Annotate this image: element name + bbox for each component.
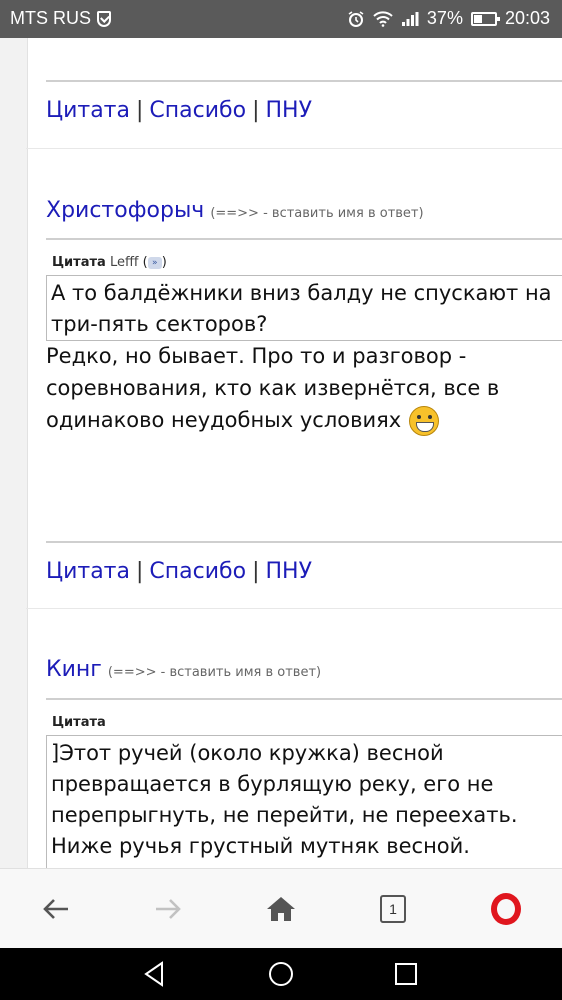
post-body: Редко, но бывает. Про то и разговор - со… bbox=[46, 340, 550, 436]
post-divider bbox=[26, 608, 562, 609]
quote-block: ]Этот ручей (около кружка) весной превра… bbox=[46, 735, 562, 868]
wifi-icon bbox=[373, 10, 393, 27]
post-author: Кинг (==>> - вставить имя в ответ) bbox=[46, 657, 321, 682]
post-actions: Цитата | Спасибо | ПНУ bbox=[46, 559, 312, 584]
battery-icon bbox=[470, 11, 500, 26]
status-bar: MTS RUS 37% 20:03 bbox=[0, 0, 562, 38]
back-button[interactable] bbox=[34, 887, 78, 931]
divider bbox=[46, 541, 562, 543]
battery-percent: 37% bbox=[426, 8, 463, 28]
left-rail bbox=[0, 38, 28, 868]
quote-link[interactable]: Цитата bbox=[46, 98, 130, 123]
pnu-link[interactable]: ПНУ bbox=[265, 559, 312, 584]
tab-count: 1 bbox=[389, 901, 397, 917]
nav-recents-button[interactable] bbox=[390, 958, 422, 990]
post-actions: Цитата | Спасибо | ПНУ bbox=[46, 98, 312, 123]
quote-link[interactable]: Цитата bbox=[46, 559, 130, 584]
separator: | bbox=[135, 559, 144, 584]
opera-menu-button[interactable] bbox=[484, 887, 528, 931]
post-author: Христофорыч (==>> - вставить имя в ответ) bbox=[46, 198, 424, 223]
quote-text: ]Этот ручей (около кружка) весной превра… bbox=[51, 741, 518, 858]
home-button[interactable] bbox=[259, 887, 303, 931]
thanks-link[interactable]: Спасибо bbox=[149, 559, 246, 584]
carrier-label: MTS RUS bbox=[10, 8, 91, 28]
clock: 20:03 bbox=[504, 8, 550, 28]
forum-content[interactable]: Цитата | Спасибо | ПНУ Христофорыч (==>> - вс… bbox=[0, 38, 562, 868]
quote-label: Цитата bbox=[52, 255, 106, 270]
tabs-icon: 1 bbox=[380, 895, 406, 923]
separator: | bbox=[252, 98, 260, 123]
forward-button[interactable] bbox=[146, 887, 190, 931]
quote-text: А то балдёжники вниз балду не спускают н… bbox=[51, 281, 552, 336]
opera-menu-icon bbox=[491, 893, 521, 925]
back-arrow-icon bbox=[43, 899, 68, 919]
quote-block: А то балдёжники вниз балду не спускают н… bbox=[46, 275, 562, 341]
post-divider bbox=[26, 148, 562, 149]
quote-label: Цитата bbox=[52, 715, 106, 730]
quote-author: Lefff bbox=[109, 255, 139, 270]
nav-home-icon bbox=[269, 962, 293, 986]
quote-header: Цитата bbox=[52, 715, 106, 730]
thanks-link[interactable]: Спасибо bbox=[149, 98, 246, 123]
browser-toolbar: 1 bbox=[0, 868, 562, 948]
grin-smiley-icon bbox=[409, 406, 440, 436]
insert-name-hint[interactable]: (==>> - вставить имя в ответ) bbox=[108, 665, 321, 680]
pnu-link[interactable]: ПНУ bbox=[265, 98, 312, 123]
author-name-link[interactable]: Кинг bbox=[46, 657, 102, 682]
separator: | bbox=[252, 559, 260, 584]
goto-quote-icon[interactable]: » bbox=[147, 256, 162, 269]
android-nav-bar bbox=[0, 948, 562, 1000]
divider bbox=[46, 80, 562, 82]
alarm-icon bbox=[348, 10, 364, 27]
author-name-link[interactable]: Христофорыч bbox=[46, 198, 204, 223]
forward-arrow-icon bbox=[156, 899, 181, 919]
nav-home-button[interactable] bbox=[265, 958, 297, 990]
tabs-button[interactable]: 1 bbox=[371, 887, 415, 931]
nav-back-button[interactable] bbox=[139, 958, 171, 990]
nav-back-icon bbox=[144, 961, 163, 987]
divider bbox=[46, 698, 562, 700]
signal-icon bbox=[401, 11, 419, 26]
home-icon bbox=[267, 897, 295, 921]
divider bbox=[46, 238, 562, 240]
insert-name-hint[interactable]: (==>> - вставить имя в ответ) bbox=[210, 206, 423, 221]
separator: | bbox=[135, 98, 144, 123]
nav-recents-icon bbox=[395, 963, 417, 985]
vpn-shield-icon bbox=[97, 10, 111, 27]
quote-header: Цитата Lefff (») bbox=[52, 255, 167, 270]
